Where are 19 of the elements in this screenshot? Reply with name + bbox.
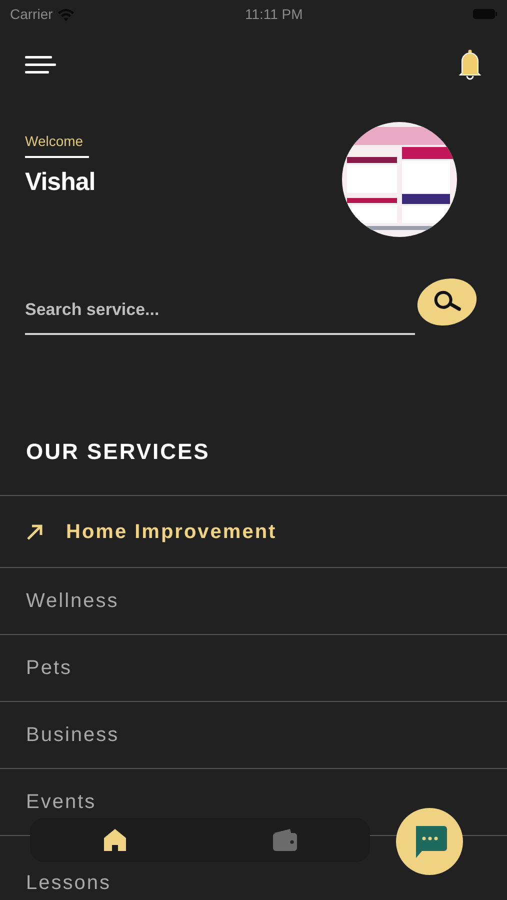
home-icon[interactable]	[102, 827, 128, 853]
welcome-label: Welcome	[25, 132, 84, 151]
carrier-label: Carrier	[10, 4, 53, 24]
service-item[interactable]: Pets	[26, 653, 72, 683]
service-item[interactable]: Lessons	[26, 868, 111, 898]
section-title: OUR SERVICES	[25, 438, 211, 465]
search-field[interactable]: Search service...	[25, 287, 415, 335]
service-item[interactable]: Events	[26, 787, 96, 817]
service-item[interactable]: Home Improvement	[26, 516, 277, 546]
clock: 11:11 PM	[244, 4, 303, 24]
wifi-icon	[56, 8, 75, 20]
bell-icon[interactable]	[458, 49, 482, 81]
menu-icon[interactable]	[25, 55, 57, 75]
user-name: Vishal	[25, 167, 96, 198]
service-item[interactable]: Wellness	[26, 586, 119, 616]
wallet-icon[interactable]	[272, 828, 298, 852]
arrow-icon	[26, 522, 44, 540]
service-item[interactable]: Business	[26, 720, 120, 750]
battery-icon	[472, 8, 497, 20]
